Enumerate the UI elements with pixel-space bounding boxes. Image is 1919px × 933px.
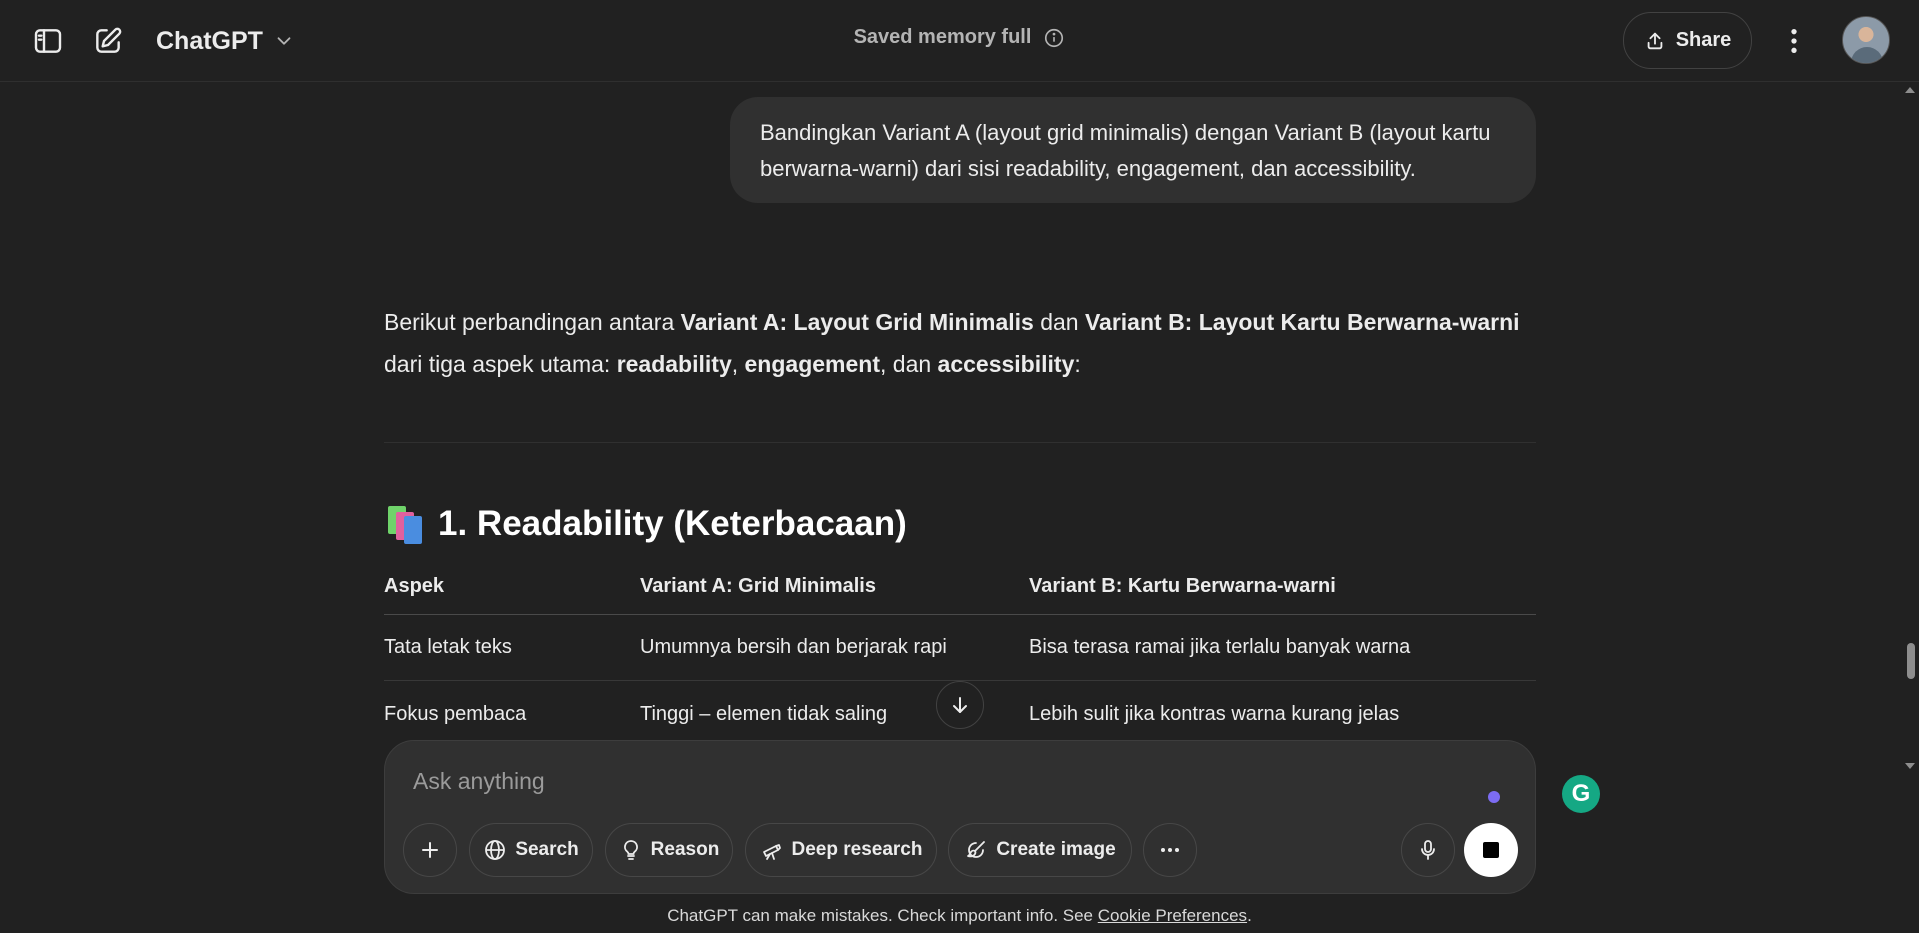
paint-brush-icon (967, 841, 986, 858)
share-icon (1647, 32, 1663, 49)
answer-text: : (1074, 351, 1081, 377)
table-cell: Lebih sulit jika kontras warna kurang je… (1029, 702, 1400, 725)
answer-text: , dan (880, 351, 938, 377)
answer-bold: engagement (744, 351, 880, 377)
scrollbar[interactable] (1901, 83, 1915, 773)
table-header-cell: Aspek (384, 575, 445, 597)
reason-tool-button[interactable]: Reason (605, 823, 733, 877)
cookie-preferences-link[interactable]: Cookie Preferences (1098, 906, 1247, 925)
table-header-cell: Variant B: Kartu Berwarna-warni (1029, 575, 1336, 597)
scroll-to-bottom-button[interactable] (936, 681, 984, 729)
answer-text: dan (1033, 309, 1085, 335)
create-image-tool-button[interactable]: Create image (948, 823, 1132, 877)
arrow-down-icon (953, 697, 967, 713)
share-label: Share (1675, 29, 1732, 51)
sidebar-icon (34, 29, 62, 53)
answer-bold: readability (616, 351, 732, 377)
stop-icon (1483, 842, 1499, 858)
grammarly-icon[interactable]: G (1562, 775, 1600, 813)
new-chat-button[interactable] (86, 19, 130, 63)
lightbulb-icon (623, 840, 638, 860)
info-icon (1045, 28, 1064, 47)
deep-research-tool-button[interactable]: Deep research (745, 823, 937, 877)
scroll-down-arrow-icon[interactable] (1905, 763, 1915, 769)
table-cell: Tata letak teks (384, 636, 512, 658)
table-header-row: Aspek Variant A: Grid Minimalis Variant … (384, 575, 1536, 615)
add-attachment-button[interactable] (403, 823, 457, 877)
section-divider (384, 442, 1536, 443)
edit-icon (96, 27, 122, 53)
plus-icon (422, 842, 438, 858)
reason-tool-label: Reason (650, 839, 720, 860)
model-selector[interactable]: ChatGPT (156, 20, 295, 62)
table-cell: Fokus pembaca (384, 702, 527, 725)
deep-research-tool-label: Deep research (791, 839, 923, 860)
status-dot (1488, 791, 1500, 803)
more-options-button[interactable] (1772, 19, 1816, 63)
answer-text: Berikut perbandingan antara (384, 309, 681, 335)
answer-bold: accessibility (937, 351, 1075, 377)
books-emoji-icon (384, 504, 424, 544)
search-tool-label: Search (515, 839, 579, 860)
voice-input-button[interactable] (1401, 823, 1455, 877)
answer-text: dari tiga aspek utama: (384, 351, 617, 377)
more-horizontal-icon (1161, 848, 1179, 852)
avatar[interactable] (1842, 16, 1890, 64)
disclaimer-end: . (1247, 906, 1252, 925)
table-cell: Umumnya bersih dan berjarak rapi (640, 636, 947, 658)
memory-status[interactable]: Saved memory full (830, 26, 1090, 49)
composer: Search Reason Deep research Create image (384, 740, 1536, 894)
section-heading: 1. Readability (Keterbacaan) (384, 504, 907, 544)
search-tool-button[interactable]: Search (469, 823, 593, 877)
disclaimer-note: ChatGPT can make mistakes. Check importa… (0, 906, 1919, 926)
section-title: 1. Readability (Keterbacaan) (438, 504, 907, 543)
create-image-tool-label: Create image (996, 839, 1116, 860)
more-tools-button[interactable] (1143, 823, 1197, 877)
user-message: Bandingkan Variant A (layout grid minima… (730, 97, 1536, 203)
disclaimer-text: ChatGPT can make mistakes. Check importa… (667, 906, 1098, 925)
answer-text: , (731, 351, 745, 377)
memory-status-label: Saved memory full (853, 26, 1032, 48)
scrollbar-thumb[interactable] (1907, 643, 1915, 679)
table-row: Tata letak teks Umumnya bersih dan berja… (384, 615, 1536, 681)
sidebar-toggle-button[interactable] (26, 19, 70, 63)
microphone-icon (1421, 840, 1435, 860)
stop-generating-button[interactable] (1464, 823, 1518, 877)
globe-icon (485, 840, 506, 860)
telescope-icon (762, 844, 781, 860)
answer-bold: Variant A: Layout Grid Minimalis (680, 309, 1034, 335)
scroll-up-arrow-icon[interactable] (1905, 87, 1915, 93)
share-button[interactable]: Share (1623, 12, 1752, 69)
answer-bold: Variant B: Layout Kartu Berwarna-warni (1084, 309, 1520, 335)
top-bar: ChatGPT Saved memory full Share (0, 0, 1919, 82)
model-name: ChatGPT (156, 26, 263, 55)
more-vertical-icon (1791, 29, 1797, 53)
table-cell: Bisa terasa ramai jika terlalu banyak wa… (1029, 636, 1411, 658)
assistant-answer-intro: Berikut perbandingan antara Variant A: L… (384, 301, 1536, 385)
message-input[interactable] (413, 763, 1413, 799)
chevron-down-icon (277, 37, 291, 45)
table-header-cell: Variant A: Grid Minimalis (640, 575, 876, 597)
